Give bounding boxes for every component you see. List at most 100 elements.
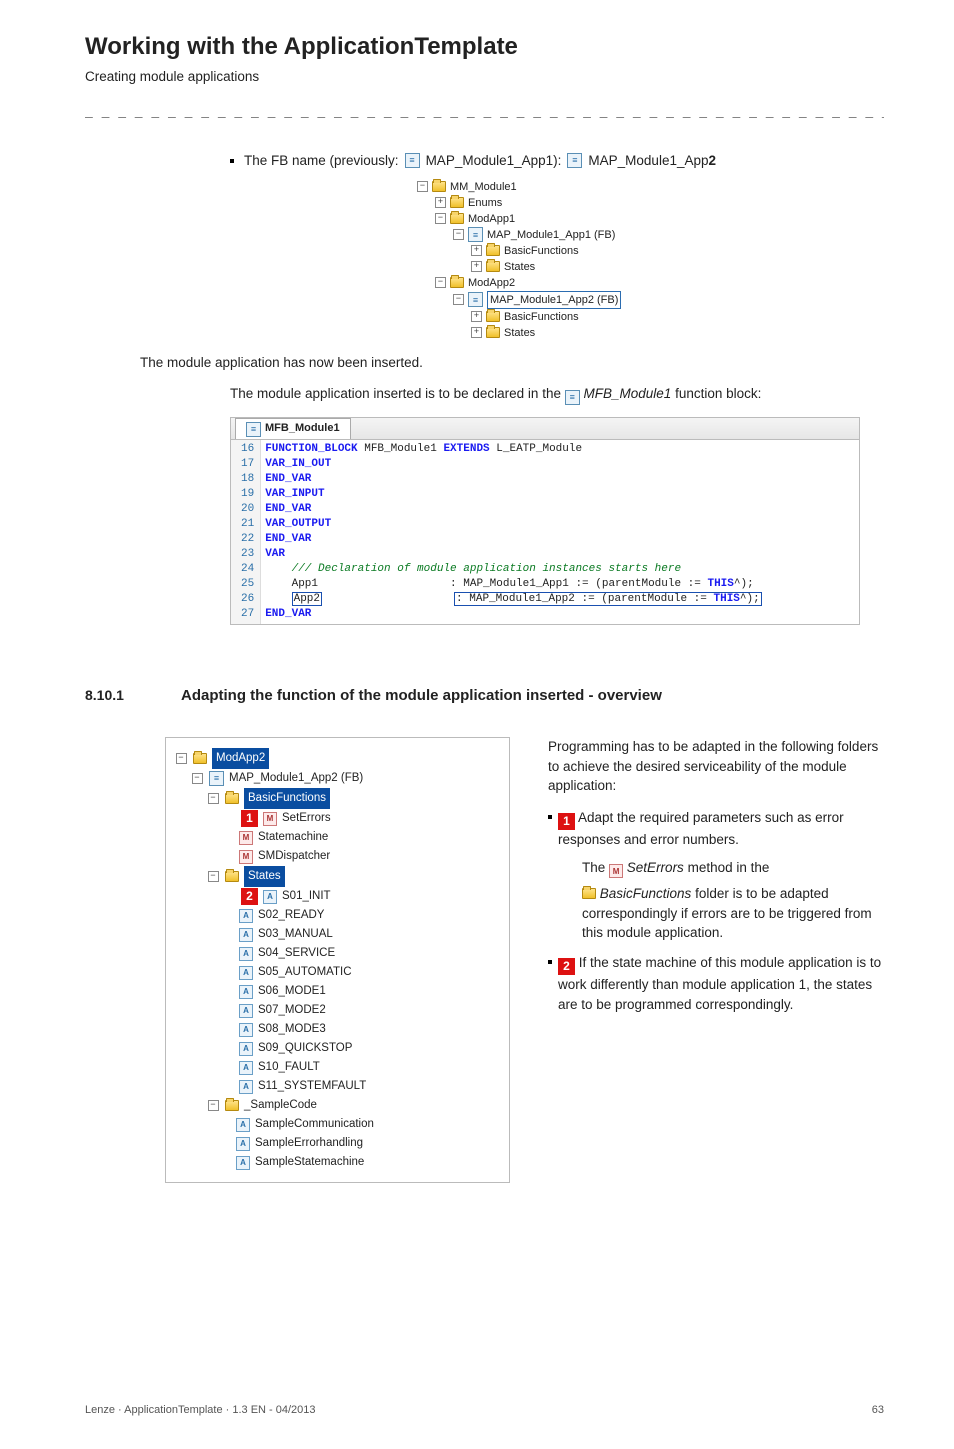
expander-icon[interactable]: − <box>208 1100 219 1111</box>
tree-node[interactable]: S04_SERVICE <box>258 944 335 963</box>
method-icon: M <box>263 812 277 826</box>
action-icon: A <box>236 1137 250 1151</box>
expander-icon[interactable]: − <box>417 181 428 192</box>
tree-node[interactable]: MAP_Module1_App2 (FB) <box>229 769 363 788</box>
folder-icon <box>193 753 207 764</box>
expander-icon[interactable]: + <box>435 197 446 208</box>
tree-node[interactable]: Statemachine <box>258 828 328 847</box>
tree-node[interactable]: States <box>504 259 535 275</box>
action-icon: A <box>236 1118 250 1132</box>
tree-node[interactable]: S09_QUICKSTOP <box>258 1039 352 1058</box>
bullet-1: 1 Adapt the required parameters such as … <box>548 808 884 943</box>
action-icon: A <box>239 985 253 999</box>
tree-node[interactable]: S03_MANUAL <box>258 925 333 944</box>
tree-node[interactable]: BasicFunctions <box>504 243 579 259</box>
expander-icon[interactable]: − <box>208 871 219 882</box>
bullet-2: 2 If the state machine of this module ap… <box>548 953 884 1014</box>
folder-icon <box>225 871 239 882</box>
tree-node[interactable]: _SampleCode <box>244 1096 317 1115</box>
fb-old-name: MAP_Module1_App1): <box>426 151 562 171</box>
expander-icon[interactable]: − <box>192 773 203 784</box>
tree-node[interactable]: S08_MODE3 <box>258 1020 326 1039</box>
tree-root-selected[interactable]: ModApp2 <box>212 748 269 769</box>
tree-node[interactable]: S07_MODE2 <box>258 1001 326 1020</box>
badge-1: 1 <box>241 810 258 827</box>
tree-node[interactable]: S11_SYSTEMFAULT <box>258 1077 366 1096</box>
paragraph-declare: The module application inserted is to be… <box>230 384 884 405</box>
code-lines[interactable]: FUNCTION_BLOCK MFB_Module1 EXTENDS L_EAT… <box>261 440 859 624</box>
code-gutter: 161718192021222324252627 <box>231 440 261 624</box>
expander-icon[interactable]: + <box>471 261 482 272</box>
fb-name-line: The FB name (previously: ≡ MAP_Module1_A… <box>230 151 884 171</box>
folder-icon <box>450 277 464 288</box>
tree-node[interactable]: S06_MODE1 <box>258 982 326 1001</box>
expander-icon[interactable]: − <box>435 277 446 288</box>
tree-node[interactable]: ModApp2 <box>468 275 515 291</box>
expander-icon[interactable]: + <box>471 327 482 338</box>
code-editor[interactable]: ≡ MFB_Module1 161718192021222324252627 F… <box>230 417 860 625</box>
fb-prefix: The FB name (previously: <box>244 151 399 171</box>
fb-icon: ≡ <box>246 422 261 437</box>
expander-icon[interactable]: − <box>176 753 187 764</box>
method-icon: M <box>239 850 253 864</box>
fb-icon: ≡ <box>468 292 483 307</box>
folder-icon <box>582 888 596 899</box>
folder-icon <box>225 793 239 804</box>
badge-2: 2 <box>558 958 575 975</box>
tree-node[interactable]: BasicFunctions <box>504 309 579 325</box>
folder-icon <box>432 181 446 192</box>
tree-node[interactable]: SampleStatemachine <box>255 1153 364 1172</box>
tree-node[interactable]: S05_AUTOMATIC <box>258 963 352 982</box>
fb-icon: ≡ <box>405 153 420 168</box>
tree-node[interactable]: S10_FAULT <box>258 1058 320 1077</box>
paragraph-inserted: The module application has now been inse… <box>140 353 884 373</box>
action-icon: A <box>239 1023 253 1037</box>
badge-1: 1 <box>558 813 575 830</box>
expander-icon[interactable]: + <box>471 245 482 256</box>
bullet-dot-icon <box>548 815 552 819</box>
tree-node[interactable]: SampleErrorhandling <box>255 1134 363 1153</box>
tree-node[interactable]: SetErrors <box>282 809 331 828</box>
section-number: 8.10.1 <box>85 685 143 705</box>
expander-icon[interactable]: − <box>435 213 446 224</box>
expander-icon[interactable]: − <box>208 793 219 804</box>
tree-node[interactable]: Enums <box>468 195 502 211</box>
tree-node[interactable]: MM_Module1 <box>450 179 517 195</box>
folder-icon <box>225 1100 239 1111</box>
method-icon: M <box>239 831 253 845</box>
right-intro: Programming has to be adapted in the fol… <box>548 737 884 796</box>
footer-left: Lenze · ApplicationTemplate · 1.3 EN - 0… <box>85 1403 316 1419</box>
tree-node[interactable]: S01_INIT <box>282 887 331 906</box>
tree-node[interactable]: S02_READY <box>258 906 324 925</box>
tree-node[interactable]: States <box>504 325 535 341</box>
action-icon: A <box>239 1004 253 1018</box>
folder-icon <box>450 213 464 224</box>
expander-icon[interactable]: − <box>453 294 464 305</box>
folder-icon <box>486 311 500 322</box>
action-icon: A <box>239 947 253 961</box>
expander-icon[interactable]: − <box>453 229 464 240</box>
modapp-tree[interactable]: −ModApp2 −≡MAP_Module1_App2 (FB) −BasicF… <box>174 748 501 1172</box>
action-icon: A <box>239 1061 253 1075</box>
folder-icon <box>486 261 500 272</box>
editor-tabbar: ≡ MFB_Module1 <box>231 418 859 440</box>
page-title: Working with the ApplicationTemplate <box>85 30 884 65</box>
section-title: Adapting the function of the module appl… <box>181 685 662 707</box>
tree-node[interactable]: BasicFunctions <box>244 788 330 809</box>
action-icon: A <box>236 1156 250 1170</box>
tree-node[interactable]: ModApp1 <box>468 211 515 227</box>
tree-node[interactable]: MAP_Module1_App1 (FB) <box>487 227 615 243</box>
expander-icon[interactable]: + <box>471 311 482 322</box>
tree-panel: −ModApp2 −≡MAP_Module1_App2 (FB) −BasicF… <box>165 737 510 1183</box>
project-tree[interactable]: −MM_Module1 +Enums −ModApp1 −≡MAP_Module… <box>417 179 697 341</box>
tree-node[interactable]: States <box>244 866 285 887</box>
action-icon: A <box>263 890 277 904</box>
editor-tab[interactable]: ≡ MFB_Module1 <box>235 418 351 439</box>
tree-node[interactable]: SMDispatcher <box>258 847 330 866</box>
bullet-dot-icon <box>548 960 552 964</box>
folder-icon <box>486 245 500 256</box>
tree-node[interactable]: SampleCommunication <box>255 1115 374 1134</box>
tree-node-selected[interactable]: MAP_Module1_App2 (FB) <box>487 291 621 309</box>
fb-icon: ≡ <box>468 227 483 242</box>
separator-line: _ _ _ _ _ _ _ _ _ _ _ _ _ _ _ _ _ _ _ _ … <box>85 104 884 123</box>
